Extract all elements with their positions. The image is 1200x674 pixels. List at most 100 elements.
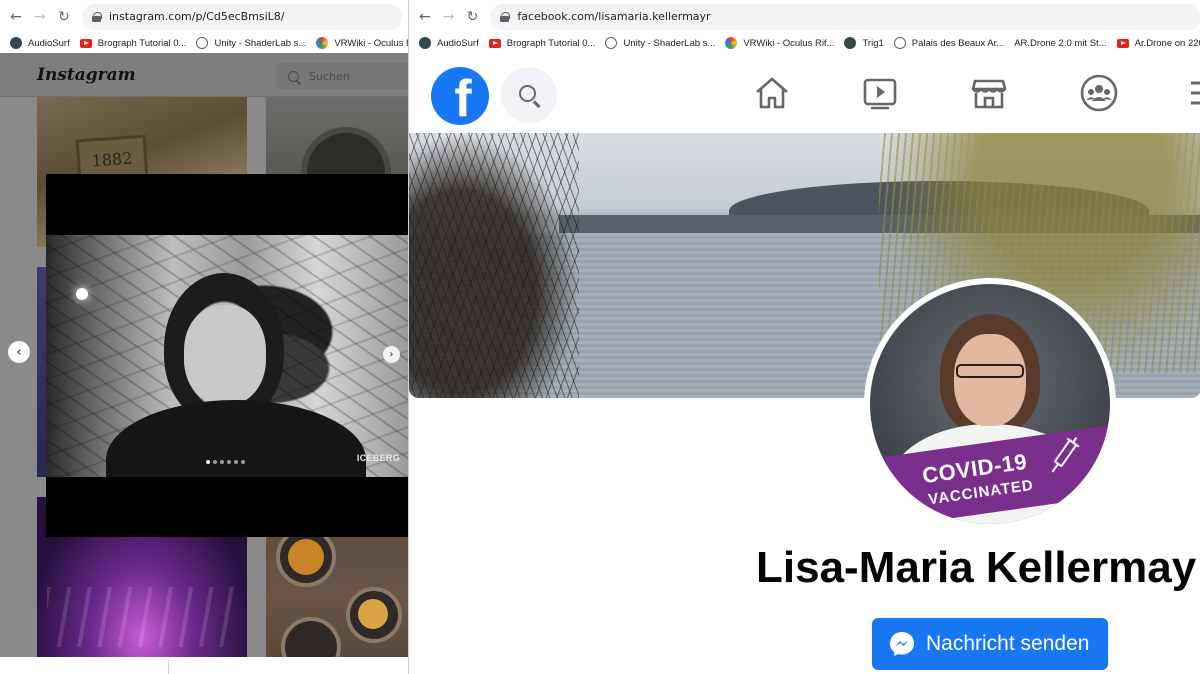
back-arrow-icon[interactable]: ← — [8, 9, 24, 25]
bookmark-trig1[interactable]: Trig1 — [844, 37, 884, 49]
forward-arrow-icon[interactable]: → — [32, 9, 48, 25]
carousel-dot — [206, 460, 210, 464]
facebook-browser-window: ← → ↻ facebook.com/lisamaria.kellermayr … — [408, 0, 1200, 674]
trig1-icon — [844, 37, 857, 49]
bookmarks-bar: AudioSurf Brograph Tutorial 0... Unity -… — [409, 33, 1200, 53]
post-photo[interactable]: ICEBERG — [46, 235, 408, 477]
bookmark-label: Brograph Tutorial 0... — [506, 37, 596, 49]
search-placeholder: Suchen — [309, 69, 350, 83]
carousel-dot — [234, 460, 238, 464]
bookmark-vrwiki[interactable]: VRWiki - Oculus Rif... — [316, 37, 408, 49]
bookmark-audiosurf[interactable]: AudioSurf — [10, 37, 70, 49]
url-field[interactable]: instagram.com/p/Cd5ecBmsiL8/ — [82, 3, 402, 30]
bookmark-brograph[interactable]: Brograph Tutorial 0... — [79, 37, 187, 49]
audiosurf-icon — [419, 37, 431, 49]
send-message-label: Nachricht senden — [926, 632, 1090, 655]
bottom-strip — [0, 657, 408, 674]
marketplace-icon — [971, 79, 1007, 109]
person-face — [184, 305, 266, 405]
bookmark-brograph[interactable]: Brograph Tutorial 0... — [488, 37, 596, 49]
food — [288, 539, 324, 575]
divider — [168, 660, 169, 674]
next-arrow-button[interactable]: › — [383, 346, 400, 363]
home-icon — [756, 77, 788, 109]
hamburger-icon — [1191, 81, 1200, 105]
nav-groups-button[interactable] — [1079, 73, 1119, 113]
watch-icon — [863, 78, 897, 110]
nav-home-button[interactable] — [752, 73, 792, 113]
profile-picture[interactable]: COVID-19 VACCINATED — [864, 278, 1116, 530]
bookmark-label: AR.Drone 2.0 mit St... — [1014, 37, 1107, 49]
bookmark-label: Unity - ShaderLab s... — [214, 37, 307, 49]
vrwiki-icon — [725, 37, 738, 49]
nav-marketplace-button[interactable] — [969, 73, 1009, 113]
nav-watch-button[interactable] — [860, 73, 900, 113]
bookmark-ardrone-2[interactable]: Ar.Drone on 2200m... — [1116, 37, 1200, 49]
search-button[interactable] — [501, 67, 557, 123]
messenger-icon — [890, 632, 914, 656]
profile-name: Lisa-Maria Kellermay — [756, 543, 1197, 592]
food — [358, 599, 388, 629]
url-field[interactable]: facebook.com/lisamaria.kellermayr — [490, 3, 1200, 30]
search-input[interactable]: Suchen — [276, 63, 408, 89]
instagram-browser-window: ← → ↻ instagram.com/p/Cd5ecBmsiL8/ Audio… — [0, 0, 408, 674]
reload-icon[interactable]: ↻ — [56, 9, 72, 25]
globe-icon — [893, 37, 906, 49]
facebook-logo-letter: f — [454, 70, 472, 125]
youtube-icon — [79, 38, 92, 48]
youtube-icon — [488, 38, 501, 48]
search-icon — [288, 70, 299, 82]
bookmark-ardrone-1[interactable]: AR.Drone 2.0 mit St... — [1014, 38, 1106, 49]
chevron-right-icon: › — [389, 349, 394, 360]
bookmark-unity[interactable]: Unity - ShaderLab s... — [605, 37, 715, 49]
bookmark-label: Brograph Tutorial 0... — [97, 37, 187, 49]
facebook-top-bar: f — [409, 53, 1200, 133]
lock-icon — [92, 11, 102, 22]
carousel-dot — [220, 460, 224, 464]
previous-arrow-button[interactable]: ‹ — [8, 341, 30, 363]
facebook-logo[interactable]: f — [431, 67, 489, 125]
url-text: facebook.com/lisamaria.kellermayr — [517, 10, 711, 23]
search-icon — [518, 84, 536, 102]
bookmark-label: VRWiki - Oculus Rif... — [743, 37, 835, 49]
photo-brand-text: ICEBERG — [356, 453, 400, 463]
instagram-logo[interactable]: Instagram — [37, 65, 136, 85]
address-bar: ← → ↻ instagram.com/p/Cd5ecBmsiL8/ — [0, 0, 408, 33]
profile-photo: COVID-19 VACCINATED — [870, 284, 1110, 524]
unity-icon — [196, 37, 209, 49]
lock-icon — [500, 11, 511, 22]
carousel-dot — [227, 460, 231, 464]
send-message-button[interactable]: Nachricht senden — [872, 618, 1108, 670]
url-text: instagram.com/p/Cd5ecBmsiL8/ — [109, 10, 285, 23]
instagram-header: Instagram Suchen — [0, 53, 408, 97]
back-arrow-icon[interactable]: ← — [417, 9, 433, 25]
bookmark-vrwiki[interactable]: VRWiki - Oculus Rif... — [725, 37, 834, 49]
bookmark-label: VRWiki - Oculus Rif... — [334, 37, 408, 49]
carousel-dot — [213, 460, 217, 464]
avatar-glasses — [956, 364, 1024, 378]
bookmark-unity[interactable]: Unity - ShaderLab s... — [196, 37, 306, 49]
bookmarks-bar: AudioSurf Brograph Tutorial 0... Unity -… — [0, 33, 408, 53]
camera-flash — [76, 288, 88, 300]
reload-icon[interactable]: ↻ — [465, 9, 481, 25]
bookmark-palais[interactable]: Palais des Beaux Ar... — [893, 37, 1005, 49]
carousel-indicator — [206, 460, 245, 464]
groups-icon — [1080, 74, 1118, 112]
bookmark-label: Ar.Drone on 2200m... — [1134, 37, 1200, 49]
screenshot-stage: ← → ↻ instagram.com/p/Cd5ecBmsiL8/ Audio… — [0, 0, 1200, 674]
unity-icon — [605, 37, 618, 49]
chevron-left-icon: ‹ — [16, 344, 22, 360]
youtube-icon — [1116, 38, 1129, 48]
forward-arrow-icon[interactable]: → — [441, 9, 457, 25]
nav-menu-button[interactable] — [1185, 73, 1200, 113]
vrwiki-icon — [316, 37, 329, 49]
bookmark-label: AudioSurf — [28, 37, 70, 49]
audiosurf-icon — [10, 37, 22, 49]
post-lightbox: ICEBERG — [46, 174, 408, 537]
stage-lights — [47, 587, 237, 647]
bookmark-label: AudioSurf — [437, 37, 479, 49]
bookmark-label: Palais des Beaux Ar... — [911, 37, 1005, 49]
address-bar: ← → ↻ facebook.com/lisamaria.kellermayr — [409, 0, 1200, 33]
bookmark-audiosurf[interactable]: AudioSurf — [419, 37, 479, 49]
carousel-dot — [241, 460, 245, 464]
